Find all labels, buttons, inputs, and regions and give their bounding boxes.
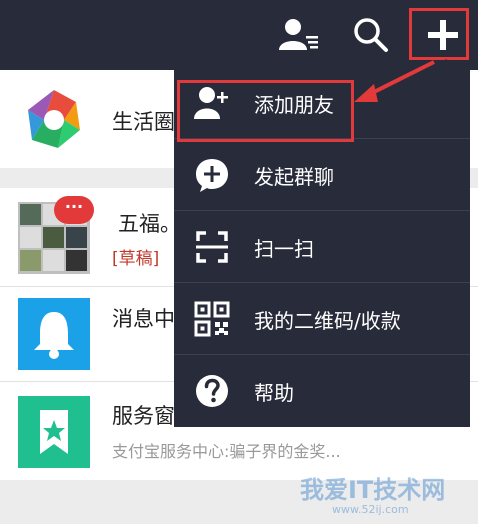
scan-icon — [194, 229, 230, 265]
menu-item-help[interactable]: 帮助 — [174, 355, 470, 427]
list-item-title: 服务窗 — [112, 404, 175, 428]
pointer-arrow-icon — [354, 60, 435, 102]
unread-badge: ··· — [54, 196, 94, 224]
bookmark-star-icon — [18, 396, 90, 468]
menu-item-group-chat[interactable]: 发起群聊 — [174, 139, 470, 211]
life-circle-logo-icon — [18, 84, 90, 156]
group-chat-icon — [194, 157, 230, 193]
list-item-subtitle: 支付宝服务中心:骗子界的金奖... — [112, 442, 341, 461]
search-icon[interactable] — [346, 10, 396, 60]
menu-item-label: 帮助 — [254, 381, 294, 405]
watermark: 我爱IT技术网 — [300, 476, 446, 504]
add-contacts-icon[interactable] — [274, 10, 324, 60]
qrcode-icon — [194, 301, 230, 337]
menu-item-qrcode[interactable]: 我的二维码/收款 — [174, 283, 470, 355]
plus-highlight-box — [409, 8, 469, 60]
add-friend-highlight-box — [177, 80, 354, 142]
help-icon — [194, 373, 230, 409]
menu-item-label: 发起群聊 — [254, 165, 334, 189]
bell-icon — [18, 298, 90, 370]
list-item-title: 五福。 — [118, 212, 181, 236]
draft-label: [草稿] — [112, 249, 160, 269]
menu-item-label: 扫一扫 — [254, 237, 314, 261]
watermark-url: www.52ij.com — [332, 503, 409, 516]
menu-item-scan[interactable]: 扫一扫 — [174, 211, 470, 283]
list-item-title: 消息中 — [112, 307, 175, 331]
menu-caret — [438, 59, 454, 67]
list-item-title: 生活圈 — [112, 110, 175, 134]
menu-item-label: 我的二维码/收款 — [254, 309, 401, 333]
